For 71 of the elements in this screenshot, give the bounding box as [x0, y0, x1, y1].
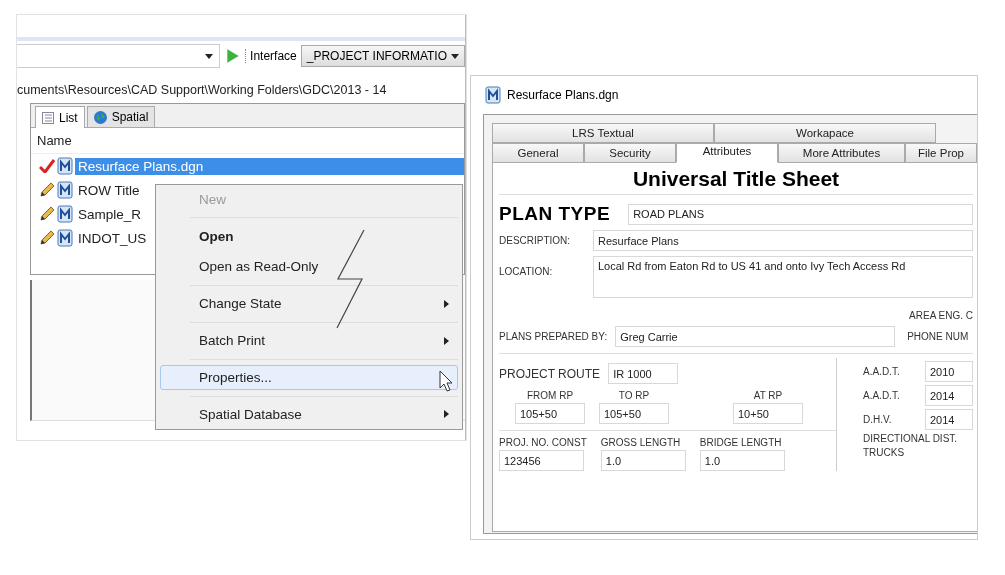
field-label: DESCRIPTION: [499, 235, 572, 246]
file-name[interactable]: INDOT_US [75, 229, 150, 247]
field-label: A.A.D.T. [863, 366, 900, 377]
field-label: D.H.V. [863, 414, 892, 425]
file-icon [57, 229, 73, 247]
caret-icon [451, 53, 459, 59]
field-label: TRUCKS [863, 447, 905, 458]
field-label: FROM RP [525, 390, 575, 401]
input-field[interactable]: 2014 [925, 409, 973, 430]
file-name[interactable]: ROW Title [75, 181, 143, 199]
field-label: BRIDGE LENGTH [699, 437, 783, 448]
dialog-tab[interactable]: Attributes [676, 143, 778, 163]
interface-dropdown[interactable]: _PROJECT INFORMATIO [300, 45, 465, 67]
input-field[interactable]: 105+50 [515, 403, 585, 424]
column-header[interactable]: Name [31, 128, 464, 154]
folder-path: cuments\Resources\CAD Support\Working Folders\GDC\2013 - 14 [17, 82, 388, 99]
text-area[interactable]: Local Rd from Eaton Rd to US 41 and onto Ivy Tech Access Rd [593, 256, 973, 298]
dialog-tab[interactable]: Workapace [714, 123, 936, 143]
sheet-heading: Universal Title Sheet [499, 167, 973, 195]
input-field[interactable]: 2010 [925, 361, 973, 382]
pencil-icon [39, 182, 55, 198]
dialog-tab[interactable]: General [492, 143, 584, 163]
pencil-icon [39, 230, 55, 246]
view-tab[interactable]: List [35, 106, 85, 128]
field-label: LOCATION: [499, 266, 554, 277]
field-label: DIRECTIONAL DIST. [863, 433, 958, 444]
field-label: A.A.D.T. [863, 390, 900, 401]
search-combo[interactable] [17, 44, 220, 68]
file-name[interactable]: Sample_R [75, 205, 145, 223]
checkmark-icon [39, 159, 55, 173]
input-field[interactable]: IR 1000 [608, 363, 679, 384]
field-label: PLAN TYPE [499, 203, 612, 225]
dialog-tab[interactable]: LRS Textual [492, 123, 714, 143]
field-label: PLANS PREPARED BY: [499, 331, 608, 342]
view-tab[interactable]: Spatial [86, 106, 156, 127]
input-field[interactable]: 10+50 [733, 403, 803, 424]
input-field[interactable]: 123456 [499, 450, 584, 471]
field-label: PROJECT ROUTE [499, 366, 601, 381]
field-label: PROJ. NO. CONST [499, 437, 587, 448]
field-label: AREA ENG. C [909, 310, 973, 321]
globe-icon [93, 110, 107, 124]
menu-item[interactable]: Batch Print [190, 328, 458, 354]
file-icon [57, 205, 73, 223]
field-label: GROSS LENGTH [600, 437, 682, 448]
menu-item[interactable]: Change State [190, 291, 458, 317]
input-field[interactable]: Greg Carrie [615, 326, 896, 347]
input-field[interactable]: 105+50 [599, 403, 669, 424]
file-icon [57, 181, 73, 199]
dialog-tab[interactable]: More Attributes [778, 143, 905, 163]
menu-item[interactable]: Properties... [160, 365, 458, 391]
interface-label: Interface [245, 49, 297, 63]
caret-icon [204, 53, 213, 59]
field-label: TO RP [617, 390, 651, 401]
input-field[interactable]: 1.0 [600, 450, 686, 471]
menu-item[interactable]: Spatial Database [190, 402, 458, 427]
file-icon [57, 157, 73, 175]
pencil-icon [39, 206, 55, 222]
input-field[interactable]: 1.0 [699, 450, 785, 471]
field-label: PHONE NUM [907, 331, 969, 342]
dialog-tab[interactable]: File Prop [905, 143, 977, 163]
field-label: AT RP [752, 390, 784, 401]
dialog-title: Resurface Plans.dgn [507, 88, 619, 102]
list-icon [42, 111, 54, 124]
menu-item[interactable]: Open [190, 223, 458, 249]
dialog-tab[interactable]: Security [584, 143, 676, 163]
menu-item[interactable]: Open as Read-Only [190, 254, 458, 280]
input-field[interactable]: Resurface Plans [593, 230, 973, 251]
mouse-pointer-icon [439, 370, 453, 393]
file-icon [485, 86, 501, 104]
input-field[interactable]: 2014 [925, 385, 973, 406]
input-field[interactable]: ROAD PLANS [628, 203, 973, 225]
